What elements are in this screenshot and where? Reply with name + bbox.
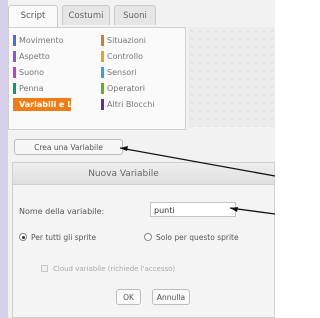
category-label: Aspetto: [19, 52, 50, 61]
variable-name-input[interactable]: punti: [150, 202, 236, 217]
radio-unselected-icon[interactable]: [144, 233, 152, 241]
cloud-variable-checkbox: Cloud variabile (richiede l'accesso): [41, 263, 175, 275]
ok-button[interactable]: OK: [116, 289, 141, 305]
category-label: Suono: [19, 68, 45, 77]
category-operators[interactable]: Operatori: [101, 82, 145, 95]
category-label: Variabili e L: [19, 100, 73, 109]
category-control[interactable]: Controllo: [101, 50, 143, 63]
scripts-area[interactable]: [188, 27, 275, 127]
category-events[interactable]: Situazioni: [101, 34, 146, 47]
tab-costumes[interactable]: Costumi: [62, 5, 110, 25]
category-label: Situazioni: [107, 36, 147, 45]
category-label: Penna: [19, 84, 44, 93]
category-color-swatch: [13, 83, 16, 94]
category-more-blocks[interactable]: Altri Blocchi: [101, 98, 155, 111]
category-label: Movimento: [19, 36, 64, 45]
category-label: Altri Blocchi: [107, 100, 155, 109]
category-pen[interactable]: Penna: [13, 82, 44, 95]
category-motion[interactable]: Movimento: [13, 34, 64, 47]
radio-label: Solo per questo sprite: [156, 233, 239, 242]
radio-this-sprite-only[interactable]: Solo per questo sprite: [144, 232, 239, 244]
dialog-title[interactable]: Nuova Variabile: [13, 163, 274, 185]
radio-selected-icon[interactable]: [19, 233, 27, 241]
category-color-swatch: [101, 67, 104, 78]
category-looks[interactable]: Aspetto: [13, 50, 50, 63]
category-color-swatch: [101, 83, 104, 94]
tab-script[interactable]: Script: [8, 5, 58, 27]
category-color-swatch: [13, 35, 16, 46]
category-color-swatch: [13, 67, 16, 78]
category-variables[interactable]: Variabili e L: [13, 98, 72, 111]
category-label: Operatori: [107, 84, 146, 93]
category-color-swatch: [101, 51, 104, 62]
category-sound[interactable]: Suono: [13, 66, 44, 79]
variable-name-label: Nome della variabile:: [19, 207, 105, 216]
category-label: Sensori: [107, 68, 137, 77]
category-color-swatch: [101, 99, 104, 110]
block-category-palette: Movimento Situazioni Aspetto Controllo S…: [8, 27, 186, 130]
radio-all-sprites[interactable]: Per tutti gli sprite: [19, 232, 96, 244]
checkbox-icon: [41, 265, 48, 272]
category-color-swatch: [101, 35, 104, 46]
category-sensing[interactable]: Sensori: [101, 66, 137, 79]
create-variable-button[interactable]: Crea una Variabile: [14, 139, 123, 155]
new-variable-dialog: Nuova Variabile Nome della variabile: pu…: [12, 162, 275, 318]
tab-sounds[interactable]: Suoni: [114, 5, 156, 25]
category-label: Controllo: [107, 52, 144, 61]
cancel-button[interactable]: Annulla: [152, 289, 190, 305]
radio-label: Per tutti gli sprite: [31, 233, 97, 242]
left-sidebar-strip: [0, 0, 8, 318]
checkbox-label: Cloud variabile (richiede l'accesso): [53, 265, 176, 273]
category-color-swatch: [13, 51, 16, 62]
